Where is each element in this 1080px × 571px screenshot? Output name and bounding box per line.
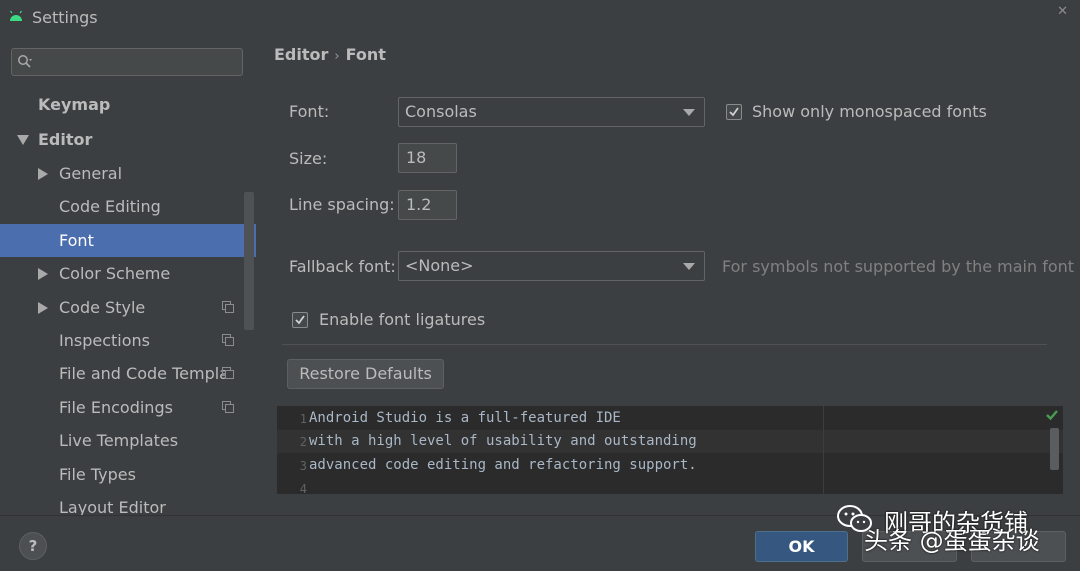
search-input[interactable] <box>11 48 243 76</box>
sidebar-item-keymap[interactable]: Keymap <box>0 88 256 121</box>
sidebar-item-label: File Types <box>59 465 136 484</box>
chevron-right-icon[interactable] <box>38 168 48 180</box>
fallback-font-hint: For symbols not supported by the main fo… <box>722 257 1075 276</box>
line-number: 2 <box>299 435 307 449</box>
sidebar-item-label: Editor <box>38 130 93 149</box>
code-line: with a high level of usability and outst… <box>309 433 697 449</box>
chevron-down-icon <box>683 109 695 116</box>
sidebar-item-file-types[interactable]: File Types <box>0 458 256 491</box>
title-bar: Settings ✕ <box>0 0 1080 34</box>
chevron-down-icon[interactable] <box>17 135 29 145</box>
search-icon <box>18 55 32 68</box>
editor-scrollbar[interactable] <box>1050 428 1059 470</box>
sidebar-item-label: Keymap <box>38 95 111 114</box>
settings-content: Editor › Font Font: Consolas Show only mon… <box>256 34 1080 515</box>
line-number: 1 <box>299 412 307 426</box>
settings-sidebar: Keymap Editor General Code Editing Font … <box>0 34 256 515</box>
sidebar-item-layout-editor[interactable]: Layout Editor <box>0 491 256 515</box>
sidebar-item-label: Code Style <box>59 298 146 317</box>
divider <box>282 344 1047 345</box>
sidebar-item-live-templates[interactable]: Live Templates <box>0 424 256 457</box>
fallback-font-label: Fallback font: <box>289 257 396 276</box>
ok-button[interactable]: OK <box>755 531 848 562</box>
line-spacing-label: Line spacing: <box>289 195 395 214</box>
checkmark-icon <box>729 107 739 117</box>
font-select-value: Consolas <box>405 102 477 121</box>
sidebar-item-label: Color Scheme <box>59 264 171 283</box>
sidebar-item-label: Live Templates <box>59 431 179 450</box>
sidebar-item-label: Inspections <box>59 331 150 350</box>
close-icon[interactable]: ✕ <box>1057 4 1068 19</box>
sidebar-item-inspections[interactable]: Inspections <box>0 324 256 357</box>
sidebar-item-code-style[interactable]: Code Style <box>0 291 256 324</box>
breadcrumb: Editor › Font <box>274 45 386 64</box>
sidebar-item-label: File Encodings <box>59 398 173 417</box>
sidebar-item-color-scheme[interactable]: Color Scheme <box>0 257 256 290</box>
line-number: 4 <box>299 482 307 494</box>
project-settings-icon <box>222 401 234 413</box>
size-label: Size: <box>289 149 328 168</box>
size-input[interactable]: 18 <box>398 143 457 173</box>
sidebar-item-label: General <box>59 164 123 183</box>
ligatures-label: Enable font ligatures <box>319 310 486 329</box>
sidebar-item-editor[interactable]: Editor <box>0 123 256 156</box>
font-preview-editor[interactable]: 1 Android Studio is a full-featured IDE … <box>277 406 1063 494</box>
sidebar-item-file-and-code-templates[interactable]: File and Code Templa <box>0 357 256 390</box>
window-title: Settings <box>32 8 98 27</box>
code-line: Android Studio is a full-featured IDE <box>309 410 621 426</box>
watermark-text: 头条 @蛋蛋杂谈 <box>864 527 1040 555</box>
chevron-right-icon[interactable] <box>38 268 48 280</box>
project-settings-icon <box>222 367 234 379</box>
fallback-font-select-value: <None> <box>405 256 474 275</box>
sidebar-item-font[interactable]: Font <box>0 224 256 257</box>
fallback-font-select[interactable]: <None> <box>398 251 705 281</box>
project-settings-icon <box>222 301 234 313</box>
sidebar-item-label: Layout Editor <box>59 498 166 515</box>
project-settings-icon <box>222 334 234 346</box>
sidebar-item-label: Font <box>59 231 94 250</box>
ligatures-checkbox[interactable] <box>292 312 308 328</box>
breadcrumb-current: Font <box>345 45 386 64</box>
sidebar-item-file-encodings[interactable]: File Encodings <box>0 391 256 424</box>
code-line: advanced code editing and refactoring su… <box>309 457 697 473</box>
restore-defaults-button[interactable]: Restore Defaults <box>287 359 444 389</box>
chevron-down-icon <box>683 263 695 270</box>
sidebar-item-label: File and Code Templa <box>59 364 229 383</box>
font-label: Font: <box>289 102 330 121</box>
right-margin-guide <box>823 406 824 494</box>
sidebar-scrollbar[interactable] <box>244 192 254 330</box>
help-button[interactable]: ? <box>19 532 47 560</box>
line-spacing-input[interactable]: 1.2 <box>398 190 457 220</box>
breadcrumb-parent[interactable]: Editor <box>274 45 328 64</box>
inspection-ok-icon <box>1046 410 1058 421</box>
sidebar-item-label: Code Editing <box>59 197 161 216</box>
checkmark-icon <box>295 315 305 325</box>
sidebar-item-code-editing[interactable]: Code Editing <box>0 190 256 223</box>
breadcrumb-separator: › <box>334 49 340 64</box>
sidebar-item-general[interactable]: General <box>0 157 256 190</box>
monospaced-checkbox[interactable] <box>726 104 742 120</box>
line-number: 3 <box>299 459 307 473</box>
monospaced-label: Show only monospaced fonts <box>752 102 987 121</box>
chevron-right-icon[interactable] <box>38 302 48 314</box>
android-icon <box>10 10 22 21</box>
font-select[interactable]: Consolas <box>398 97 705 127</box>
